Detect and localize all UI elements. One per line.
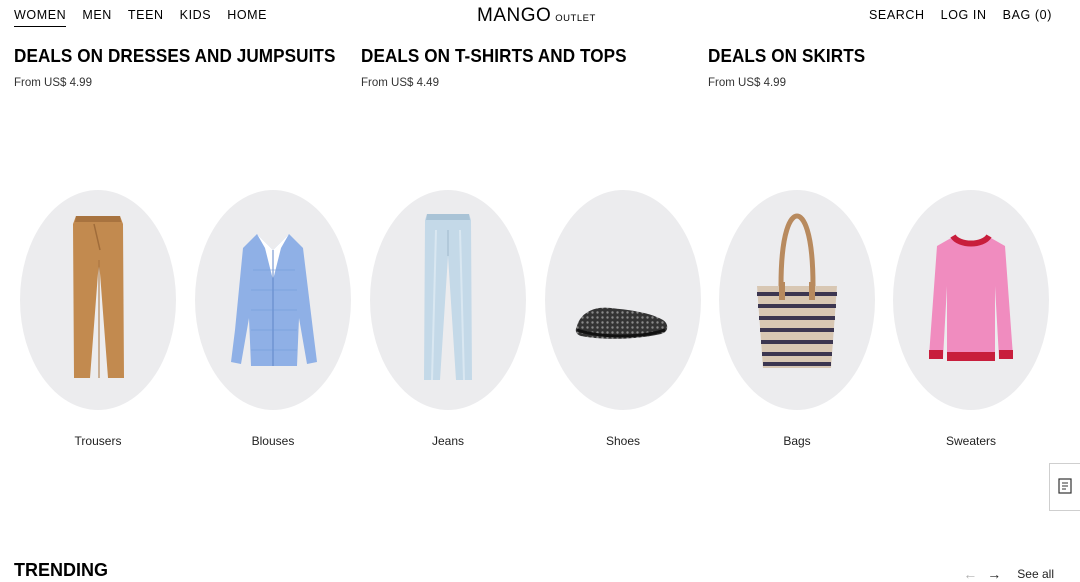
category-image[interactable] <box>370 190 526 410</box>
category-trousers[interactable]: Trousers <box>20 190 176 448</box>
category-blouses[interactable]: Blouses <box>195 190 351 448</box>
main-nav: WOMEN MEN TEEN KIDS HOME <box>14 8 267 27</box>
utility-nav: SEARCH LOG IN BAG (0) <box>869 8 1052 26</box>
category-sweaters[interactable]: Sweaters <box>893 190 1049 448</box>
category-label: Bags <box>783 434 811 448</box>
category-label: Jeans <box>431 434 465 448</box>
trending-title: TRENDING <box>14 560 108 580</box>
nav-teen[interactable]: TEEN <box>128 8 164 27</box>
sweater-icon <box>929 233 1013 361</box>
category-shoes[interactable]: Shoes <box>545 190 701 448</box>
category-label: Shoes <box>605 434 641 448</box>
blouse-icon <box>231 234 317 366</box>
shoe-icon <box>575 307 668 339</box>
deal-price: From US$ 4.49 <box>361 77 439 89</box>
nav-men[interactable]: MEN <box>82 8 112 27</box>
jeans-icon <box>424 214 472 381</box>
category-image[interactable] <box>545 190 701 410</box>
deal-price: From US$ 4.99 <box>14 77 92 89</box>
logo-sub-text: OUTLET <box>555 13 596 24</box>
deal-price: From US$ 4.99 <box>708 77 786 89</box>
nav-kids[interactable]: KIDS <box>180 8 212 27</box>
category-jeans[interactable]: Jeans <box>370 190 526 448</box>
deal-dresses[interactable]: DEALS ON DRESSES AND JUMPSUITS From US$ … <box>14 46 352 89</box>
deal-title: DEALS ON SKIRTS <box>708 46 866 66</box>
bag-icon <box>757 213 837 368</box>
category-image[interactable] <box>893 190 1049 410</box>
logo-main-text: MANGO <box>477 5 552 26</box>
category-image[interactable] <box>195 190 351 410</box>
top-header: WOMEN MEN TEEN KIDS HOME MANGO OUTLET SE… <box>0 0 1080 36</box>
brand-logo[interactable]: MANGO OUTLET <box>477 5 596 27</box>
feedback-tab[interactable] <box>1049 463 1080 511</box>
see-all-link[interactable]: See all <box>1017 567 1054 581</box>
login-link[interactable]: LOG IN <box>941 8 987 26</box>
category-image[interactable] <box>719 190 875 410</box>
category-label: Trousers <box>74 434 122 448</box>
feedback-icon <box>1058 478 1072 494</box>
nav-home[interactable]: HOME <box>227 8 267 27</box>
nav-women[interactable]: WOMEN <box>14 8 67 27</box>
search-link[interactable]: SEARCH <box>869 8 925 26</box>
bag-link[interactable]: BAG (0) <box>1003 8 1052 26</box>
deal-tshirts[interactable]: DEALS ON T-SHIRTS AND TOPS From US$ 4.49 <box>361 46 641 89</box>
category-image[interactable] <box>20 190 176 410</box>
category-bags[interactable]: Bags <box>719 190 875 448</box>
trousers-icon <box>73 216 124 378</box>
category-label: Blouses <box>251 434 295 448</box>
deal-skirts[interactable]: DEALS ON SKIRTS From US$ 4.99 <box>708 46 874 89</box>
category-label: Sweaters <box>945 434 997 448</box>
deal-title: DEALS ON T-SHIRTS AND TOPS <box>361 46 627 66</box>
deal-title: DEALS ON DRESSES AND JUMPSUITS <box>14 46 336 66</box>
